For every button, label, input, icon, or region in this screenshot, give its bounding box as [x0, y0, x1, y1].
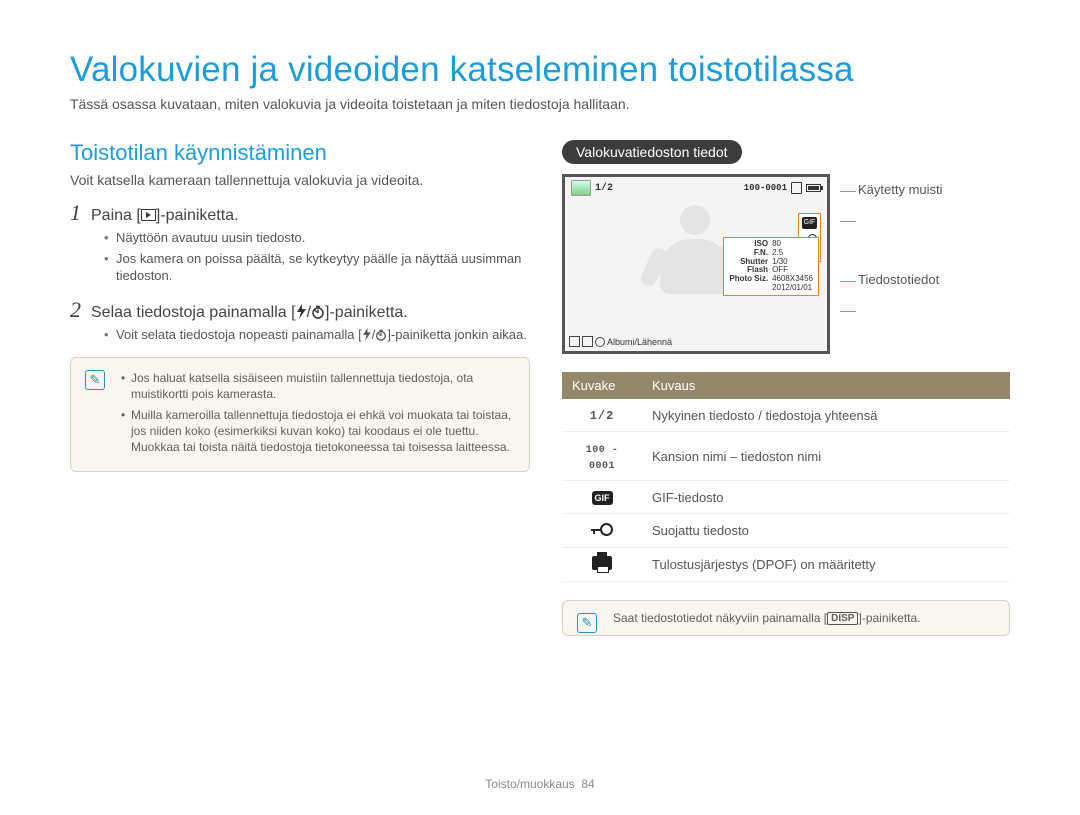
sd-icon	[791, 182, 802, 194]
flash-icon	[296, 304, 307, 319]
step-2-pre: Selaa tiedostoja painamalla [	[91, 304, 296, 321]
table-row: Tulostusjärjestys (DPOF) on määritetty	[562, 548, 1010, 582]
intro-text: Tässä osassa kuvataan, miten valokuvia j…	[70, 96, 1010, 112]
note-box-bottom: ✎ Saat tiedostotiedot näkyviin painamall…	[562, 600, 1010, 636]
table-row: Suojattu tiedosto	[562, 514, 1010, 548]
table-header-icon: Kuvake	[562, 372, 642, 399]
counter-icon: 1/2	[590, 409, 615, 423]
bullet: Voit selata tiedostoja nopeasti painamal…	[104, 326, 530, 344]
page-title: Valokuvien ja videoiden katseleminen toi…	[70, 50, 1010, 90]
note-box: ✎ Jos haluat katsella sisäiseen muistiin…	[70, 357, 530, 472]
left-heading: Toistotilan käynnistäminen	[70, 140, 530, 166]
step-1-pre: Paina [	[91, 207, 141, 224]
timer-icon	[375, 329, 387, 341]
thumbnail-icon	[571, 180, 591, 196]
table-row: GIF GIF-tiedosto	[562, 481, 1010, 514]
flash-icon	[362, 328, 372, 341]
gif-icon: GIF	[592, 491, 613, 505]
file-info-box: ISO80 F.N.2.5 Shutter1/30 FlashOFF Photo…	[723, 237, 819, 296]
folder-name-icon: 100 - 0001	[586, 445, 619, 472]
step-2-bullets: Voit selata tiedostoja nopeasti painamal…	[104, 326, 530, 344]
step-1-number: 1	[70, 202, 81, 224]
step-1: 1 Paina [ ]-painiketta.	[70, 202, 530, 225]
step-1-bullets: Näyttöön avautuu uusin tiedosto. Jos kam…	[104, 229, 530, 285]
grid-icon	[582, 336, 593, 347]
section-pill: Valokuvatiedoston tiedot	[562, 140, 742, 164]
print-icon	[592, 556, 612, 570]
folder-label: 100-0001	[744, 183, 787, 193]
lock-icon	[591, 522, 613, 536]
play-button-icon	[141, 209, 156, 221]
note-icon: ✎	[85, 370, 105, 390]
step-2-post: ]-painiketta.	[325, 304, 408, 321]
lcd-bottom-bar: Albumi/Lähennä	[569, 336, 672, 347]
disp-button-icon: DISP	[827, 612, 858, 625]
lcd-preview: 1/2 100-0001 GIF	[562, 174, 830, 354]
step-1-post: ]-painiketta.	[156, 207, 239, 224]
icon-description-table: Kuvake Kuvaus 1/2 Nykyinen tiedosto / ti…	[562, 372, 1010, 582]
grid-icon	[569, 336, 580, 347]
page-footer: Toisto/muokkaus 84	[0, 777, 1080, 791]
bullet: Näyttöön avautuu uusin tiedosto.	[104, 229, 530, 247]
step-2-number: 2	[70, 299, 81, 321]
note-icon: ✎	[577, 613, 597, 633]
file-counter: 1/2	[595, 183, 613, 194]
gif-mini-icon: GIF	[802, 217, 817, 229]
left-subtitle: Voit katsella kameraan tallennettuja val…	[70, 172, 530, 188]
timer-icon	[311, 305, 325, 319]
callout-fileinfo: Tiedostotiedot	[840, 272, 943, 287]
note-item: Jos haluat katsella sisäiseen muistiin t…	[121, 370, 515, 402]
battery-icon	[806, 184, 821, 192]
bullet: Jos kamera on poissa päältä, se kytkeyty…	[104, 250, 530, 285]
table-row: 100 - 0001 Kansion nimi – tiedoston nimi	[562, 432, 1010, 481]
table-header-desc: Kuvaus	[642, 372, 1010, 399]
note-item: Muilla kameroilla tallennettuja tiedosto…	[121, 407, 515, 456]
magnify-icon	[595, 337, 605, 347]
step-2: 2 Selaa tiedostoja painamalla [/]-painik…	[70, 299, 530, 322]
callout-memory: Käytetty muisti	[840, 182, 943, 197]
table-row: 1/2 Nykyinen tiedosto / tiedostoja yhtee…	[562, 399, 1010, 432]
